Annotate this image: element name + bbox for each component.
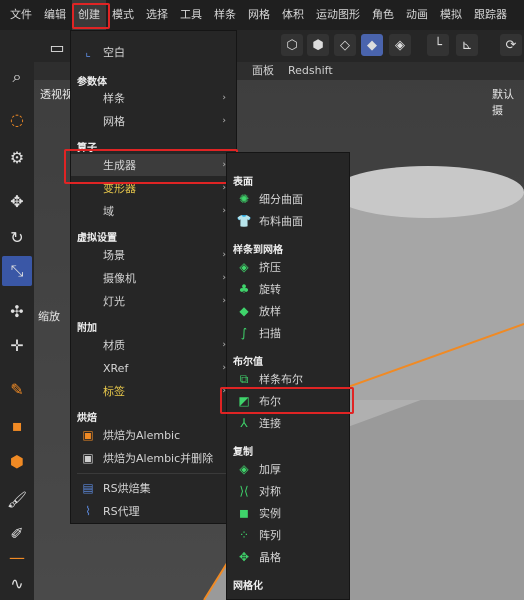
- knife-icon[interactable]: ▪: [2, 410, 32, 440]
- menu-item-spline[interactable]: 样条 ›: [71, 87, 236, 109]
- menu-item-camera[interactable]: 摄像机 ›: [71, 267, 236, 289]
- select-lasso-icon[interactable]: ◌: [2, 104, 32, 134]
- null-icon: ⌞: [85, 45, 91, 59]
- pen-icon[interactable]: ✎: [2, 374, 32, 404]
- menu-item-subdiv[interactable]: ✺ 细分曲面: [227, 188, 349, 210]
- create-menu: ⌞ 空白 参数体 样条 › 网格 › 算子 生成器 › 变形器 › 域 › 虚拟设置 场景…: [70, 30, 237, 524]
- extrude-icon: ◈: [239, 260, 249, 274]
- section-add: 附加: [77, 323, 97, 334]
- section-surface: 表面: [233, 177, 253, 188]
- transform-icon[interactable]: ✣: [2, 296, 32, 326]
- menu-item-extrude[interactable]: ◈ 挤压: [227, 256, 349, 278]
- instance-icon: ◼: [239, 506, 249, 520]
- menu-item-instance[interactable]: ◼ 实例: [227, 502, 349, 524]
- menu-item-tag[interactable]: 标签 ›: [71, 380, 236, 402]
- subdiv-icon: ✺: [238, 192, 250, 206]
- scale-icon[interactable]: ⤡: [2, 256, 32, 286]
- menu-tools[interactable]: 工具: [174, 0, 208, 30]
- brush-icon[interactable]: 🖌: [2, 484, 32, 514]
- menu-mesh[interactable]: 网格: [242, 0, 276, 30]
- section-mesh: 网格化: [233, 581, 263, 592]
- cube-cut-icon[interactable]: ◈: [389, 34, 411, 56]
- menu-divider: [77, 473, 230, 474]
- menu-item-cloth[interactable]: 👕 布料曲面: [227, 210, 349, 232]
- sweep-icon: ∫: [240, 326, 248, 340]
- bake-delete-icon: ▣: [82, 451, 94, 465]
- loft-icon: ◆: [239, 304, 249, 318]
- section-bake: 烘焙: [77, 413, 97, 424]
- menu-item-light[interactable]: 灯光 ›: [71, 290, 236, 312]
- generator-highlight: [64, 149, 238, 184]
- menu-tracker[interactable]: 跟踪器: [468, 0, 513, 30]
- menu-item-field[interactable]: 域 ›: [71, 200, 236, 222]
- hexagon-icon[interactable]: ⬡: [281, 34, 303, 56]
- bake-icon: ▣: [82, 428, 94, 442]
- section-spline-mesh: 样条到网格: [233, 245, 283, 256]
- menu-item-symmetry[interactable]: ⟩⟨ 对称: [227, 480, 349, 502]
- menu-mograph[interactable]: 运动图形: [310, 0, 366, 30]
- menu-item-mesh[interactable]: 网格 ›: [71, 110, 236, 132]
- cloth-icon: 👕: [236, 214, 252, 228]
- lattice-icon: ✥: [238, 550, 250, 564]
- spline-boole-icon: ⧉: [239, 371, 249, 386]
- paperclip-icon: ⌇: [85, 504, 91, 518]
- section-param: 参数体: [77, 77, 107, 88]
- menu-volume[interactable]: 体积: [276, 0, 310, 30]
- polygon-pen-icon[interactable]: ⬢: [2, 446, 32, 476]
- chevron-right-icon: ›: [222, 93, 226, 103]
- menu-edit[interactable]: 编辑: [38, 0, 72, 30]
- menu-item-xref[interactable]: XRef ›: [71, 357, 236, 379]
- symmetry-icon: ⟩⟨: [239, 484, 249, 498]
- thicken-icon: ◈: [239, 462, 249, 476]
- spline-icon[interactable]: ∿: [2, 568, 32, 598]
- menu-item-lathe[interactable]: ♣ 旋转: [227, 278, 349, 300]
- menu-animation[interactable]: 动画: [400, 0, 434, 30]
- grid-corner-icon[interactable]: ⊾: [456, 34, 478, 56]
- create-menu-highlight: [72, 3, 110, 29]
- archive-icon[interactable]: ▭: [42, 32, 72, 62]
- menu-item-bake-alembic-delete[interactable]: ▣ 烘焙为Alembic并删除: [71, 447, 236, 469]
- rotate-icon[interactable]: ↻: [2, 222, 32, 252]
- lathe-icon: ♣: [238, 282, 250, 296]
- shield-icon[interactable]: ⬢: [307, 34, 329, 56]
- menu-item-rs-bake[interactable]: ▤ RS烘焙集: [71, 477, 236, 499]
- generator-submenu: 表面 ✺ 细分曲面 👕 布料曲面 样条到网格 ◈ 挤压 ♣ 旋转 ◆ 放样 ∫ …: [226, 152, 350, 600]
- array-icon: ⁘: [238, 528, 250, 542]
- menu-item-lattice[interactable]: ✥ 晶格: [227, 546, 349, 568]
- menu-file[interactable]: 文件: [4, 0, 38, 30]
- menu-item-scene[interactable]: 场景 ›: [71, 244, 236, 266]
- boole-highlight: [220, 387, 354, 414]
- chevron-right-icon: ›: [222, 116, 226, 126]
- menu-item-empty[interactable]: ⌞ 空白: [71, 41, 236, 63]
- section-boole: 布尔值: [233, 357, 263, 368]
- menu-item-thicken[interactable]: ◈ 加厚: [227, 458, 349, 480]
- menu-item-loft[interactable]: ◆ 放样: [227, 300, 349, 322]
- section-copy: 复制: [233, 447, 253, 458]
- menu-mode[interactable]: 模式: [106, 0, 140, 30]
- cube-solid-icon[interactable]: ◆: [361, 34, 383, 56]
- menu-spline[interactable]: 样条: [208, 0, 242, 30]
- axis-corner-icon[interactable]: └: [427, 34, 449, 56]
- render-icon[interactable]: ⟳: [500, 34, 522, 56]
- gears-icon[interactable]: ⚙: [2, 142, 32, 172]
- menu-item-rs-proxy[interactable]: ⌇ RS代理: [71, 500, 236, 522]
- menu-item-connect[interactable]: ⅄ 连接: [227, 412, 349, 434]
- rs-bake-icon: ▤: [82, 481, 94, 495]
- section-virtual: 虚拟设置: [77, 233, 117, 244]
- menu-item-material[interactable]: 材质 ›: [71, 334, 236, 356]
- menu-select[interactable]: 选择: [140, 0, 174, 30]
- menu-item-sweep[interactable]: ∫ 扫描: [227, 322, 349, 344]
- snap-icon[interactable]: ✛: [2, 330, 32, 360]
- menu-character[interactable]: 角色: [366, 0, 400, 30]
- connect-icon: ⅄: [240, 416, 248, 430]
- menu-item-bake-alembic[interactable]: ▣ 烘焙为Alembic: [71, 424, 236, 446]
- cube-outline-icon[interactable]: ◇: [334, 34, 356, 56]
- search-icon[interactable]: ⌕: [2, 62, 32, 92]
- move-icon[interactable]: ✥: [2, 186, 32, 216]
- menu-simulate[interactable]: 模拟: [434, 0, 468, 30]
- menu-item-array[interactable]: ⁘ 阵列: [227, 524, 349, 546]
